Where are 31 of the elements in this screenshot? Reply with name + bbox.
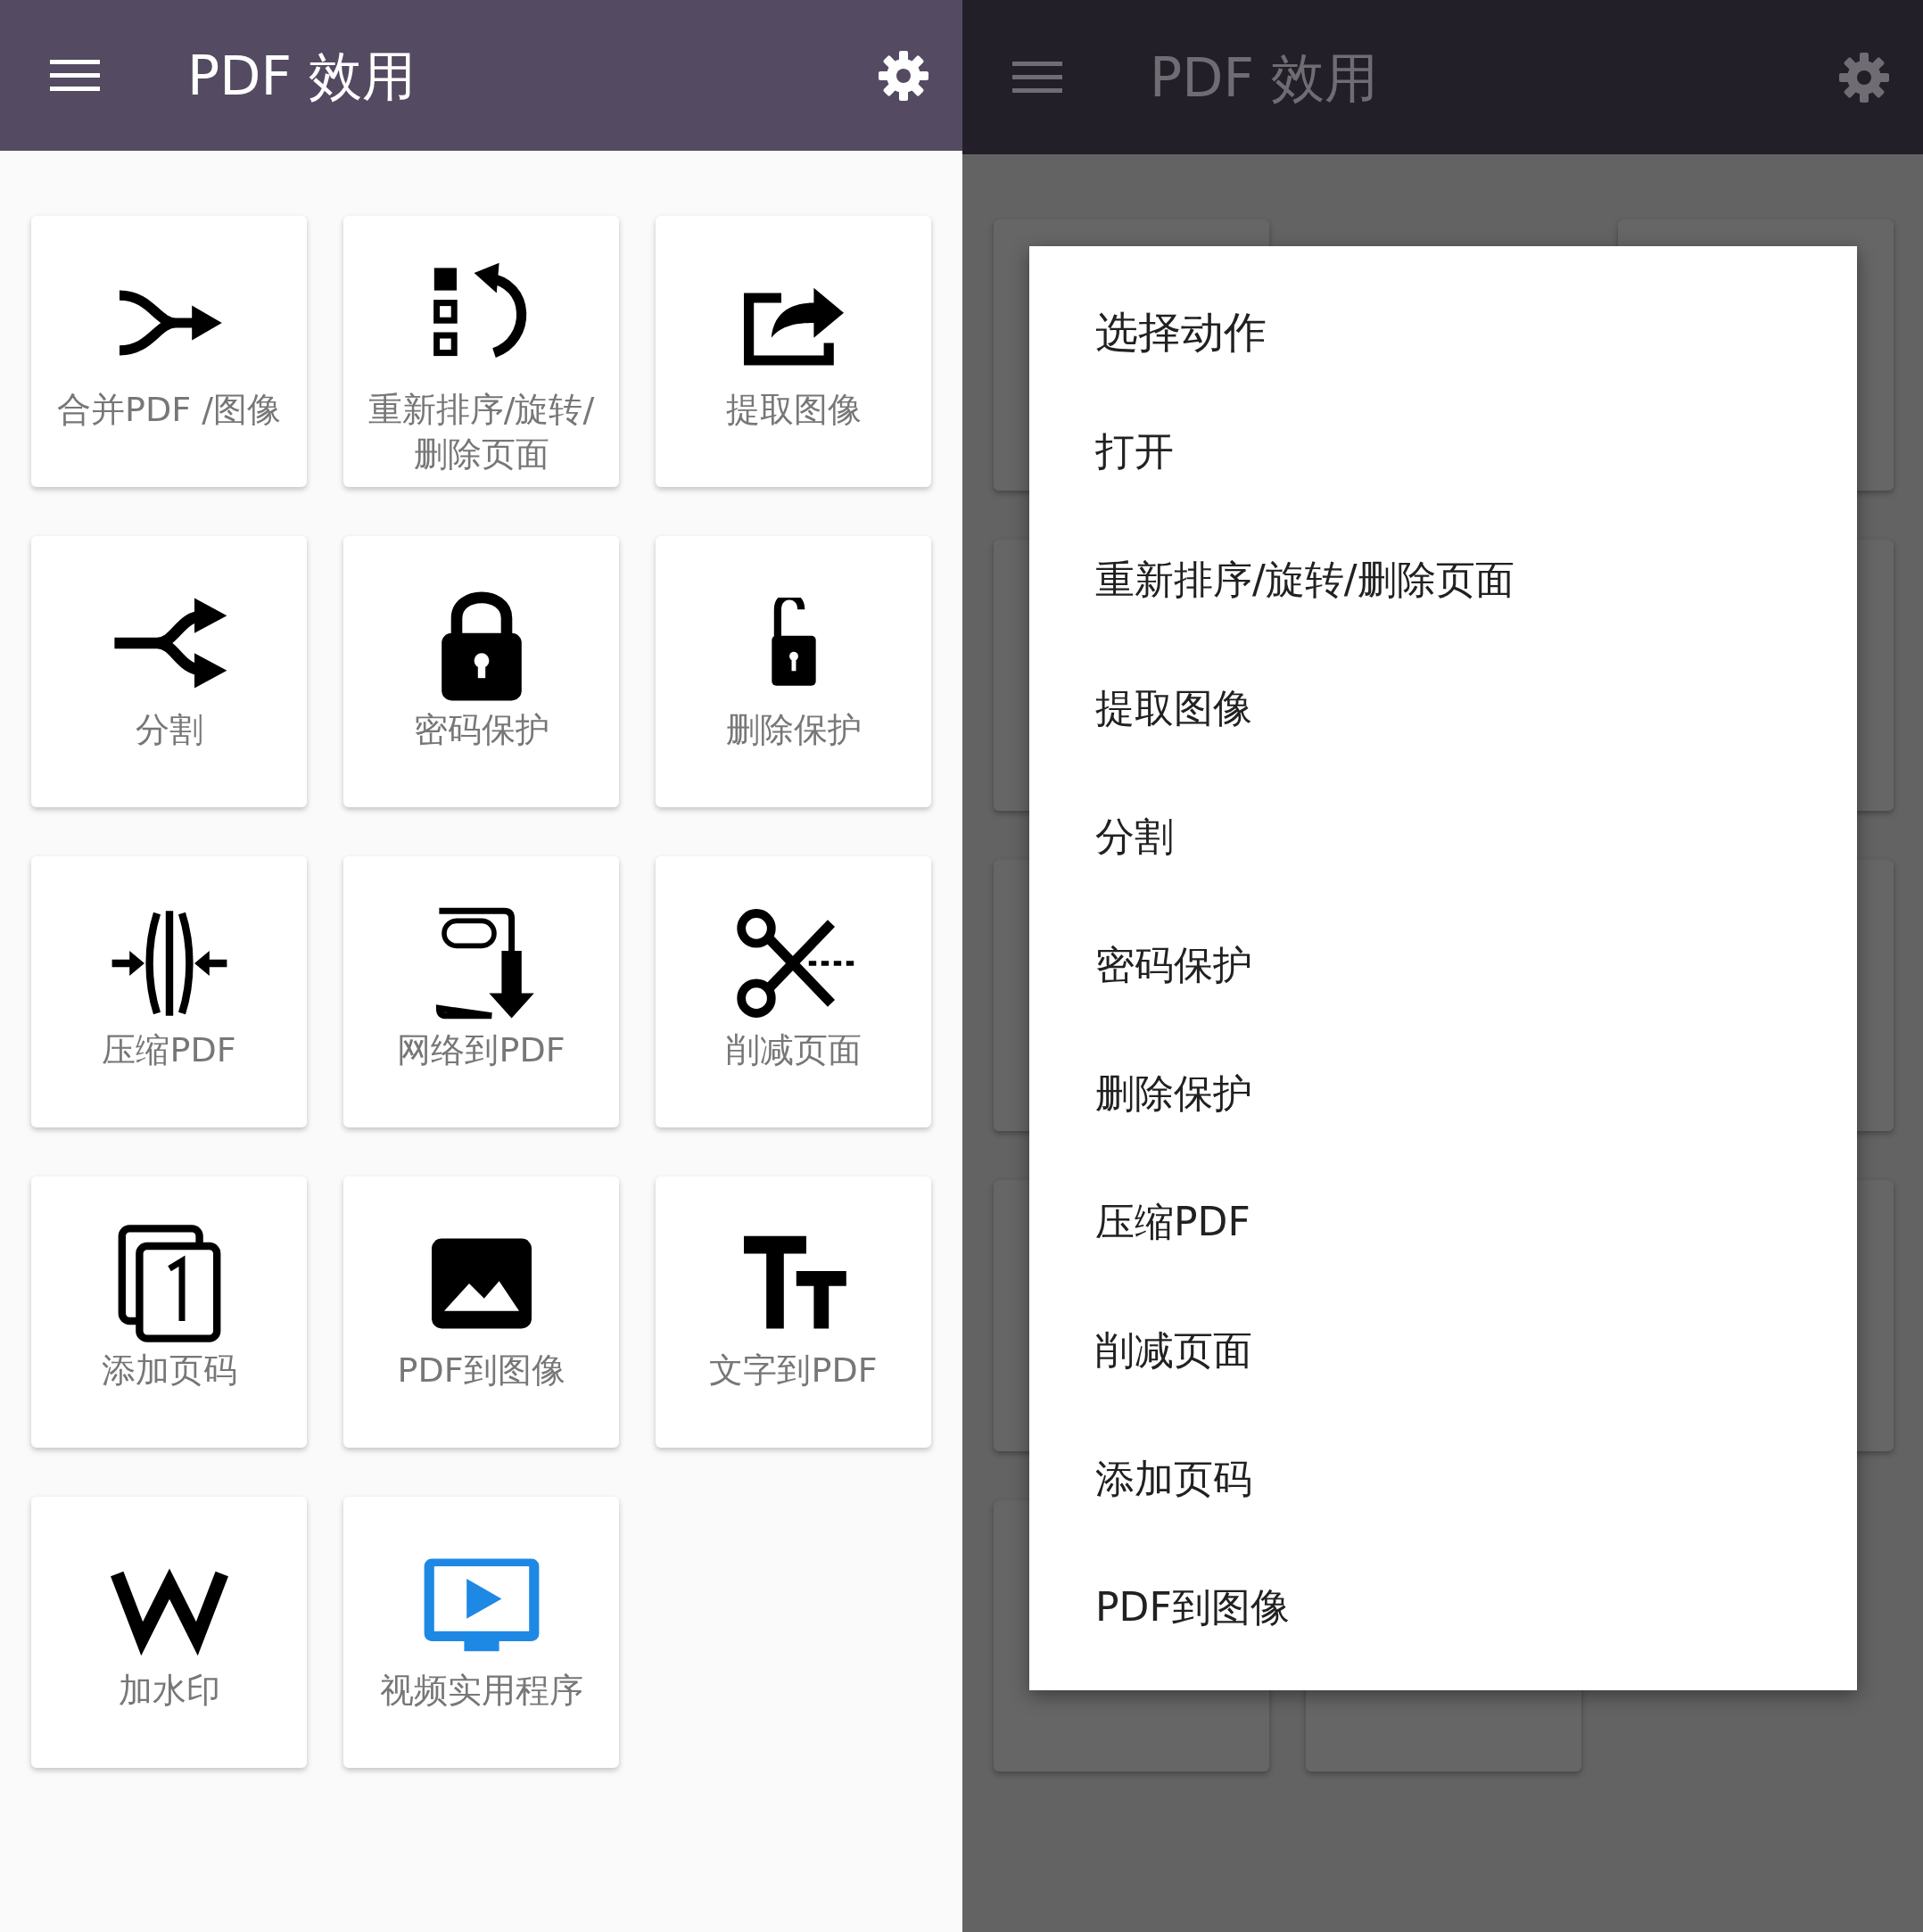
tool-tile[interactable]: 文字到PDF	[656, 1177, 931, 1448]
dialog-option[interactable]: 添加页码	[1029, 1415, 1857, 1543]
tool-tile[interactable]: 视频实用程序	[343, 1497, 619, 1768]
settings-icon[interactable]	[877, 48, 930, 103]
dialog-title: 选择动作	[1094, 306, 1267, 359]
tool-tile[interactable]: 削减页面	[656, 856, 931, 1127]
tool-tile[interactable]: 添加页码	[31, 1177, 307, 1448]
dialog-option[interactable]: 删除保护	[1029, 1029, 1857, 1158]
app-title: PDF 效用	[1150, 45, 1378, 111]
tool-tile[interactable]: 删除保护	[656, 536, 931, 807]
tool-tile[interactable]: 合并PDF /图像	[31, 216, 307, 487]
menu-icon[interactable]	[50, 57, 100, 94]
menu-icon[interactable]	[1012, 59, 1062, 95]
tool-tile[interactable]: 压缩PDF	[31, 856, 307, 1127]
tool-tile[interactable]: PDF到图像	[343, 1177, 619, 1448]
dialog-option[interactable]: 分割	[1029, 772, 1857, 901]
tool-tile[interactable]: 分割	[31, 536, 307, 807]
tool-tile[interactable]: 提取图像	[656, 216, 931, 487]
tool-tile[interactable]: 加水印	[31, 1497, 307, 1768]
dialog-option[interactable]: 密码保护	[1029, 901, 1857, 1029]
tool-tile[interactable]: 重新排序/旋转/删除页面	[343, 216, 619, 487]
dialog-option[interactable]: 提取图像	[1029, 644, 1857, 772]
dialog-option[interactable]: 削减页面	[1029, 1286, 1857, 1415]
tool-tile[interactable]: 密码保护	[343, 536, 619, 807]
settings-icon[interactable]	[1837, 50, 1891, 104]
dialog-option[interactable]: PDF到图像	[1029, 1543, 1857, 1672]
dialog-option[interactable]: 打开	[1029, 387, 1857, 516]
app-title: PDF 效用	[187, 43, 416, 109]
dialog-option[interactable]: 压缩PDF	[1029, 1158, 1857, 1286]
tool-tile[interactable]: 网络到PDF	[343, 856, 619, 1127]
dialog-option[interactable]: 重新排序/旋转/删除页面	[1029, 516, 1857, 644]
